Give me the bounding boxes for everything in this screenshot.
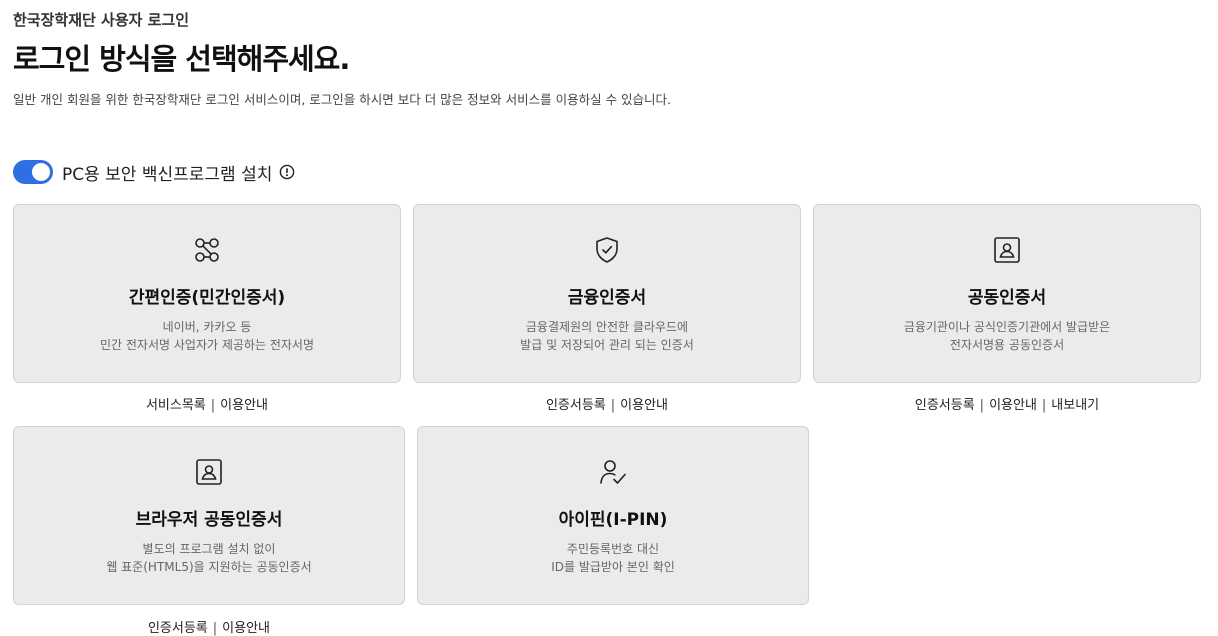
link-nodes-icon xyxy=(192,235,222,265)
cert-register-link[interactable]: 인증서등록 xyxy=(915,398,975,413)
card-desc-line: ID를 발급받아 본인 확인 xyxy=(551,560,675,574)
usage-guide-link[interactable]: 이용안내 xyxy=(220,398,268,413)
security-toggle-row: PC용 보안 백신프로그램 설치 xyxy=(13,159,295,185)
joint-cert-card[interactable]: 공동인증서 금융기관이나 공식인증기관에서 발급받은 전자서명용 공동인증서 xyxy=(813,204,1201,383)
card-desc-line: 금융기관이나 공식인증기관에서 발급받은 xyxy=(903,320,1111,334)
card-desc-line: 발급 및 저장되어 관리 되는 인증서 xyxy=(520,338,694,352)
card-desc-line: 별도의 프로그램 설치 없이 xyxy=(142,542,276,556)
card-desc-line: 웹 표준(HTML5)을 지원하는 공동인증서 xyxy=(106,560,312,574)
simple-auth-links: 서비스목록 | 이용안내 xyxy=(13,394,401,413)
card-title: 브라우저 공동인증서 xyxy=(135,510,283,530)
id-card-icon xyxy=(194,457,224,487)
page-description: 일반 개인 회원을 위한 한국장학재단 로그인 서비스이며, 로그인을 하시면 … xyxy=(13,92,672,107)
card-desc-line: 전자서명용 공동인증서 xyxy=(949,338,1065,352)
joint-cert-links: 인증서등록 | 이용안내 | 내보내기 xyxy=(813,394,1201,413)
card-description: 네이버, 카카오 등 민간 전자서명 사업자가 제공하는 전자서명 xyxy=(14,318,400,354)
org-label: 한국장학재단 사용자 로그인 xyxy=(13,11,190,29)
card-description: 금융기관이나 공식인증기관에서 발급받은 전자서명용 공동인증서 xyxy=(814,318,1200,354)
ipin-card[interactable]: 아이핀(I-PIN) 주민등록번호 대신 ID를 발급받아 본인 확인 xyxy=(417,426,809,605)
export-link[interactable]: 내보내기 xyxy=(1051,398,1099,413)
toggle-knob xyxy=(32,163,50,181)
info-icon[interactable] xyxy=(279,164,295,180)
card-desc-line: 민간 전자서명 사업자가 제공하는 전자서명 xyxy=(100,338,314,352)
card-title: 공동인증서 xyxy=(967,288,1047,308)
usage-guide-link[interactable]: 이용안내 xyxy=(989,398,1037,413)
id-card-icon xyxy=(992,235,1022,265)
card-description: 금융결제원의 안전한 클라우드에 발급 및 저장되어 관리 되는 인증서 xyxy=(414,318,800,354)
card-title: 간편인증(민간인증서) xyxy=(128,288,286,308)
link-separator: | xyxy=(610,398,616,413)
security-toggle-switch[interactable] xyxy=(13,160,53,184)
card-desc-line: 네이버, 카카오 등 xyxy=(162,320,252,334)
service-list-link[interactable]: 서비스목록 xyxy=(146,398,206,413)
browser-cert-links: 인증서등록 | 이용안내 xyxy=(13,617,405,636)
shield-check-icon xyxy=(592,235,622,265)
card-desc-line: 주민등록번호 대신 xyxy=(566,542,660,556)
link-separator: | xyxy=(1041,398,1047,413)
link-separator: | xyxy=(979,398,985,413)
card-description: 별도의 프로그램 설치 없이 웹 표준(HTML5)을 지원하는 공동인증서 xyxy=(14,540,404,576)
cert-register-link[interactable]: 인증서등록 xyxy=(546,398,606,413)
security-toggle-label: PC용 보안 백신프로그램 설치 xyxy=(62,164,273,185)
link-separator: | xyxy=(212,621,218,636)
card-desc-line: 금융결제원의 안전한 클라우드에 xyxy=(525,320,689,334)
user-check-icon xyxy=(598,457,628,487)
card-title: 금융인증서 xyxy=(567,288,647,308)
financial-cert-links: 인증서등록 | 이용안내 xyxy=(413,394,801,413)
page-title: 로그인 방식을 선택해주세요. xyxy=(13,42,350,76)
usage-guide-link[interactable]: 이용안내 xyxy=(620,398,668,413)
usage-guide-link[interactable]: 이용안내 xyxy=(222,621,270,636)
card-title: 아이핀(I-PIN) xyxy=(558,510,668,530)
link-separator: | xyxy=(210,398,216,413)
financial-cert-card[interactable]: 금융인증서 금융결제원의 안전한 클라우드에 발급 및 저장되어 관리 되는 인… xyxy=(413,204,801,383)
card-description: 주민등록번호 대신 ID를 발급받아 본인 확인 xyxy=(418,540,808,576)
simple-auth-card[interactable]: 간편인증(민간인증서) 네이버, 카카오 등 민간 전자서명 사업자가 제공하는… xyxy=(13,204,401,383)
cert-register-link[interactable]: 인증서등록 xyxy=(148,621,208,636)
browser-cert-card[interactable]: 브라우저 공동인증서 별도의 프로그램 설치 없이 웹 표준(HTML5)을 지… xyxy=(13,426,405,605)
